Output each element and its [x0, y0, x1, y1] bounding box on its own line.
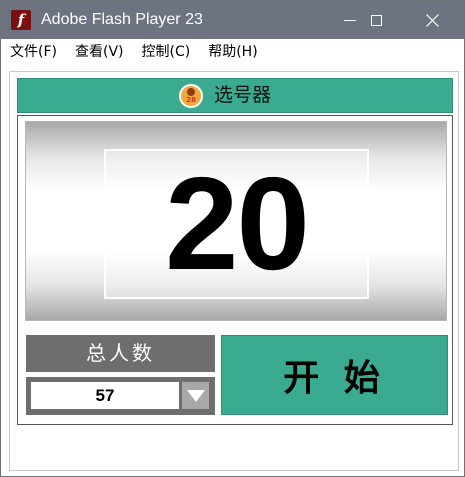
flash-stage: 28 选号器 20 总人数 57 开 始 — [9, 71, 459, 471]
close-icon — [425, 13, 439, 27]
flash-player-icon: f — [11, 10, 31, 30]
close-button[interactable] — [409, 1, 455, 39]
dropdown-arrow-icon — [186, 389, 205, 402]
badge-number: 28 — [186, 96, 196, 104]
start-button[interactable]: 开 始 — [221, 335, 448, 415]
title-bar[interactable]: f Adobe Flash Player 23 — [1, 1, 464, 39]
app-header: 28 选号器 — [17, 78, 453, 113]
main-panel: 20 总人数 57 开 始 — [17, 115, 453, 425]
person-head-icon — [187, 88, 195, 96]
flash-player-window: f Adobe Flash Player 23 文件(F) 查看(V) 控制(C… — [0, 0, 465, 477]
app-title: 选号器 — [214, 84, 272, 106]
total-people-select[interactable]: 57 — [26, 377, 215, 415]
maximize-icon — [370, 14, 382, 26]
menu-help[interactable]: 帮助(H) — [199, 39, 266, 65]
current-number: 20 — [165, 150, 310, 297]
dropdown-button[interactable] — [182, 382, 209, 409]
person-badge-icon: 28 — [179, 84, 203, 108]
menu-view[interactable]: 查看(V) — [66, 39, 133, 65]
number-display: 20 — [25, 121, 447, 321]
menu-control[interactable]: 控制(C) — [133, 39, 200, 65]
number-frame: 20 — [104, 149, 369, 299]
menu-file[interactable]: 文件(F) — [1, 39, 66, 65]
window-title: Adobe Flash Player 23 — [41, 11, 203, 28]
menu-bar: 文件(F) 查看(V) 控制(C) 帮助(H) — [1, 39, 464, 65]
maximize-button[interactable] — [353, 1, 399, 39]
total-people-label: 总人数 — [26, 335, 215, 372]
total-people-value[interactable]: 57 — [31, 382, 179, 409]
